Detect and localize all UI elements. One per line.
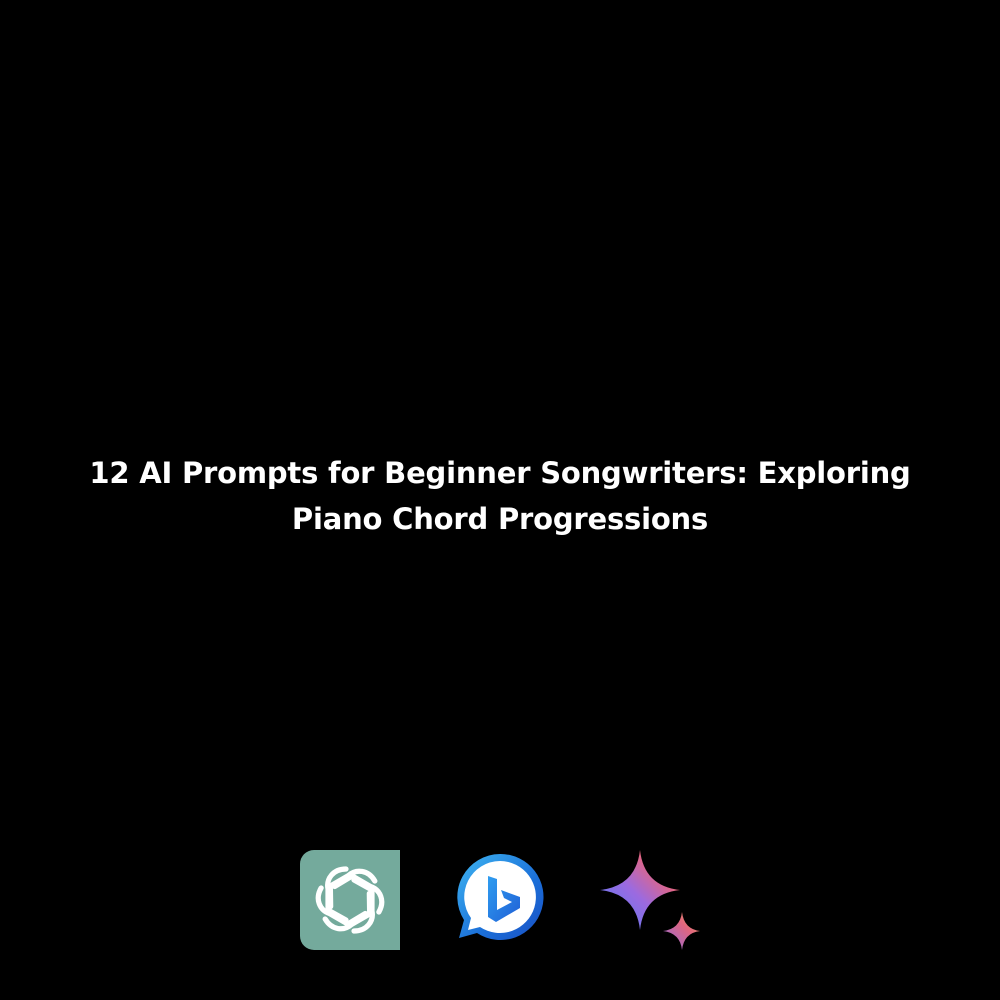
openai-chatgpt-logo-icon bbox=[300, 850, 400, 950]
logo-row bbox=[0, 850, 1000, 950]
gemini-sparkle-logo-icon bbox=[600, 850, 700, 950]
page-title: 12 AI Prompts for Beginner Songwriters: … bbox=[60, 450, 940, 542]
poster-canvas: 12 AI Prompts for Beginner Songwriters: … bbox=[0, 0, 1000, 1000]
title-line-1: 12 AI Prompts for Beginner Songwriters: … bbox=[89, 456, 911, 490]
title-line-2: Piano Chord Progressions bbox=[291, 502, 709, 536]
bing-chat-logo-icon bbox=[450, 850, 550, 950]
